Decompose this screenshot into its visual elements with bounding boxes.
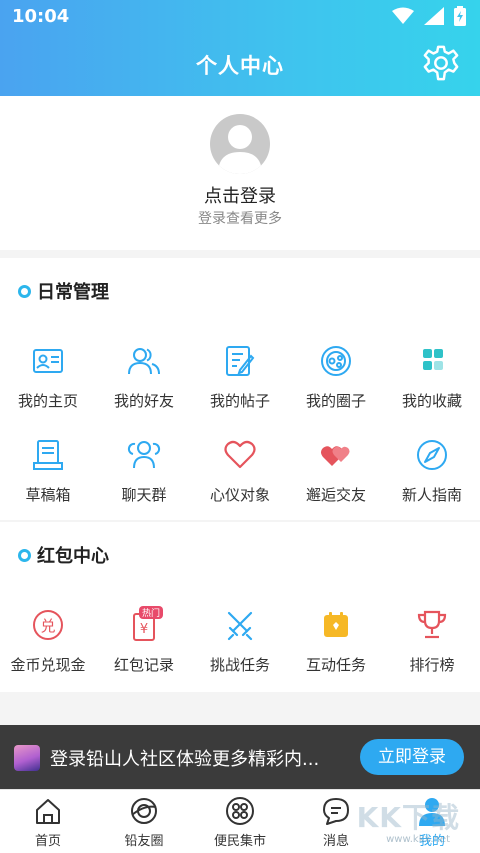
grid-item-leaderboard[interactable]: 排行榜 xyxy=(384,608,480,675)
red-packet-section: 红包中心 兑 金币兑现金 ¥ 热门 红包记录 挑战任务 互动任务 排行榜 xyxy=(0,522,480,692)
trophy-icon xyxy=(417,610,447,639)
battery-icon xyxy=(454,6,466,26)
watermark: KK下载 xyxy=(356,801,460,834)
grid-item-coin-exchange[interactable]: 兑 金币兑现金 xyxy=(0,608,96,675)
login-now-button[interactable]: 立即登录 xyxy=(360,739,464,775)
planet-icon xyxy=(131,798,157,824)
section-title: 红包中心 xyxy=(18,542,109,568)
circle-group-icon xyxy=(321,346,351,376)
grid-item-friends[interactable]: 我的好友 xyxy=(96,344,192,411)
banner-text: 登录铅山人社区体验更多精彩内... xyxy=(50,749,320,770)
red-packet-icon: ¥ 热门 xyxy=(133,606,163,641)
grid-item-crush[interactable]: 心仪对象 xyxy=(192,438,288,505)
grid-item-guide[interactable]: 新人指南 xyxy=(384,438,480,505)
bullet-icon xyxy=(18,548,31,562)
login-banner: 登录铅山人社区体验更多精彩内... 立即登录 xyxy=(0,725,480,789)
daily-management-section: 日常管理 我的主页 我的好友 我的帖子 我的圈子 我的收藏 草稿箱 聊天群 心仪… xyxy=(0,258,480,520)
section-title: 日常管理 xyxy=(18,278,109,304)
grid-item-challenge[interactable]: 挑战任务 xyxy=(192,608,288,675)
calendar-icon xyxy=(324,612,348,637)
grid-circle-icon xyxy=(226,797,254,825)
grid-item-circles[interactable]: 我的圈子 xyxy=(288,344,384,411)
tab-friends-circle[interactable]: 铅友圈 xyxy=(96,796,192,849)
tab-market[interactable]: 便民集市 xyxy=(192,796,288,849)
app-header: 10:04 个人中心 xyxy=(0,0,480,96)
grid-item-group-chat[interactable]: 聊天群 xyxy=(96,438,192,505)
profile-card[interactable]: 点击登录 登录查看更多 xyxy=(0,96,480,250)
banner-thumbnail xyxy=(14,745,40,771)
apps-grid-icon xyxy=(423,349,443,370)
status-time: 10:04 xyxy=(12,6,70,27)
exchange-icon: 兑 xyxy=(33,610,63,640)
compass-icon xyxy=(417,440,447,470)
svg-text:兑: 兑 xyxy=(40,617,55,635)
friends-icon xyxy=(128,348,160,375)
bullet-icon xyxy=(18,284,31,298)
watermark-url: www.kkx.net xyxy=(386,834,450,845)
draft-box-icon xyxy=(33,440,63,470)
status-bar: 10:04 xyxy=(0,0,480,34)
heart-outline-icon xyxy=(224,440,256,469)
grid-item-drafts[interactable]: 草稿箱 xyxy=(0,438,96,505)
grid-item-homepage[interactable]: 我的主页 xyxy=(0,344,96,411)
grid-item-red-packet-record[interactable]: ¥ 热门 红包记录 xyxy=(96,606,192,675)
avatar[interactable] xyxy=(210,114,270,174)
page-title: 个人中心 xyxy=(196,54,284,78)
grid-item-encounter[interactable]: 邂逅交友 xyxy=(288,438,384,505)
grid-item-posts[interactable]: 我的帖子 xyxy=(192,344,288,411)
home-icon xyxy=(36,799,60,824)
tab-home[interactable]: 首页 xyxy=(0,796,96,849)
status-icons xyxy=(392,6,466,26)
wifi-icon xyxy=(392,7,414,24)
group-icon xyxy=(127,441,161,469)
svg-text:¥: ¥ xyxy=(140,622,148,637)
grid-item-favorites[interactable]: 我的收藏 xyxy=(384,344,480,411)
hearts-icon xyxy=(321,446,350,466)
grid-item-interaction[interactable]: 互动任务 xyxy=(288,608,384,675)
gear-icon[interactable] xyxy=(422,44,460,82)
svg-text:热门: 热门 xyxy=(142,607,160,619)
id-card-icon xyxy=(33,349,63,373)
login-subtitle: 登录查看更多 xyxy=(198,211,282,227)
signal-icon xyxy=(424,7,444,25)
login-prompt[interactable]: 点击登录 xyxy=(0,182,480,208)
chat-bubble-icon xyxy=(323,798,349,825)
swords-icon xyxy=(227,611,253,641)
edit-document-icon xyxy=(226,346,255,376)
user-icon xyxy=(218,125,262,174)
